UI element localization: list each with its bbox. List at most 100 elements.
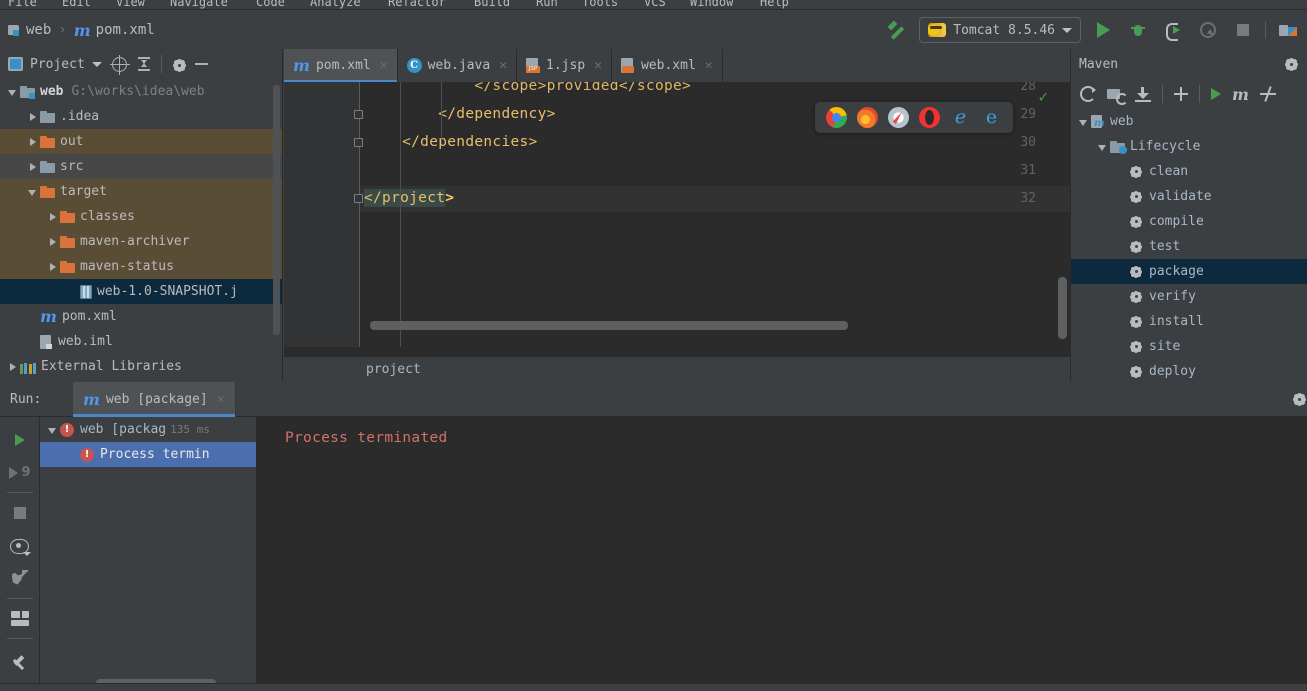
layout-settings-button[interactable] [0, 602, 40, 635]
safari-icon[interactable] [888, 107, 909, 128]
maven-node-install[interactable]: install [1071, 309, 1307, 334]
chevron-right-icon[interactable] [46, 260, 60, 274]
gear-icon[interactable] [1292, 392, 1307, 407]
run-node-web-packag[interactable]: ! web [packag 135 ms [40, 417, 256, 442]
breadcrumb-item-module[interactable]: web [8, 22, 51, 38]
code-fold-marker[interactable] [354, 110, 365, 121]
menu-item-refactor[interactable]: Refactor [388, 0, 446, 9]
run-result-tree[interactable]: ! web [packag 135 ms! Process termin [40, 417, 257, 691]
close-icon[interactable]: ✕ [380, 58, 388, 73]
maven-node-clean[interactable]: clean [1071, 159, 1307, 184]
profile-button[interactable] [1195, 17, 1221, 43]
editor-tab-pom-xml[interactable]: m pom.xml ✕ [284, 49, 398, 82]
opera-icon[interactable] [919, 107, 940, 128]
pin-tab-button[interactable] [0, 646, 40, 679]
chevron-right-icon[interactable] [26, 135, 40, 149]
tree-node-target[interactable]: target [0, 179, 282, 204]
menu-item-view[interactable]: View [116, 0, 145, 9]
maven-node-web[interactable]: web [1071, 109, 1307, 134]
reimport-icon[interactable] [1080, 86, 1096, 102]
close-icon[interactable]: ✕ [705, 58, 713, 73]
maven-node-compile[interactable]: compile [1071, 209, 1307, 234]
toggle-auto-test-button[interactable] [0, 562, 40, 595]
build-project-button[interactable] [884, 17, 910, 43]
chevron-down-icon[interactable] [46, 423, 60, 437]
show-passed-button[interactable] [0, 529, 40, 562]
code-fold-marker[interactable] [354, 138, 365, 149]
menu-item-run[interactable]: Run [536, 0, 558, 9]
breadcrumb[interactable]: web › m pom.xml [0, 21, 155, 40]
chevron-down-icon[interactable] [6, 85, 20, 99]
run-node-process-termin[interactable]: ! Process termin [40, 442, 256, 467]
chevron-right-icon[interactable] [26, 160, 40, 174]
project-scrollbar[interactable] [273, 85, 280, 335]
maven-node-lifecycle[interactable]: Lifecycle [1071, 134, 1307, 159]
menu-item-code[interactable]: Code [256, 0, 285, 9]
editor-breadcrumb-bar[interactable]: project [284, 357, 1070, 381]
toggle-skip-tests-icon[interactable] [1260, 86, 1276, 102]
maven-node-package[interactable]: package [1071, 259, 1307, 284]
maven-node-validate[interactable]: validate [1071, 184, 1307, 209]
rerun-button[interactable] [0, 423, 40, 456]
edge-icon[interactable]: e [981, 107, 1002, 128]
run-console[interactable]: Process terminated [257, 417, 1307, 691]
menu-item-build[interactable]: Build [474, 0, 510, 9]
tree-node-src[interactable]: src [0, 154, 282, 179]
editor-tab-web-xml[interactable]: web.xml ✕ [612, 49, 723, 82]
maven-tree[interactable]: web Lifecycle clean validate compile test pack… [1071, 109, 1307, 381]
maven-node-test[interactable]: test [1071, 234, 1307, 259]
internet-explorer-icon[interactable]: e [950, 107, 971, 128]
chevron-down-icon[interactable] [1077, 115, 1091, 129]
chevron-down-icon[interactable] [26, 185, 40, 199]
menu-item-file[interactable]: File [8, 0, 37, 9]
editor-vertical-scrollbar[interactable] [1058, 277, 1067, 339]
editor-tab-1-jsp[interactable]: 1.jsp ✕ [517, 49, 612, 82]
collapse-all-icon[interactable] [137, 57, 151, 71]
download-sources-icon[interactable] [1135, 87, 1151, 102]
select-opened-file-icon[interactable] [112, 57, 127, 72]
editor-horizontal-scrollbar[interactable] [370, 321, 848, 330]
tree-node-web-1-0-snapshot-j[interactable]: web-1.0-SNAPSHOT.j [0, 279, 282, 304]
maven-node-deploy[interactable]: deploy [1071, 359, 1307, 381]
project-pane-title[interactable]: Project [8, 57, 102, 72]
menu-item-tools[interactable]: Tools [582, 0, 618, 9]
tree-node-classes[interactable]: classes [0, 204, 282, 229]
code-editor[interactable]: 28 </scope>provided</scope> 29 </dependen… [284, 82, 1070, 347]
close-icon[interactable]: ✕ [499, 58, 507, 73]
gear-icon[interactable] [172, 58, 185, 71]
project-tree[interactable]: web G:\works\idea\web .idea out src target cla… [0, 79, 282, 379]
maven-node-site[interactable]: site [1071, 334, 1307, 359]
menu-item-analyze[interactable]: Analyze [310, 0, 361, 9]
chevron-down-icon[interactable] [92, 62, 102, 67]
menu-item-navigate[interactable]: Navigate [170, 0, 228, 9]
chrome-icon[interactable] [826, 107, 847, 128]
debug-button[interactable] [1125, 17, 1151, 43]
close-icon[interactable]: ✕ [217, 392, 225, 407]
run-maven-build-icon[interactable] [1211, 88, 1221, 100]
chevron-down-icon[interactable] [1096, 140, 1110, 154]
tree-node-out[interactable]: out [0, 129, 282, 154]
menu-item-edit[interactable]: Edit [62, 0, 91, 9]
gear-icon[interactable] [1284, 57, 1299, 72]
chevron-right-icon[interactable] [46, 235, 60, 249]
tree-node-maven-archiver[interactable]: maven-archiver [0, 229, 282, 254]
close-icon[interactable]: ✕ [594, 58, 602, 73]
generate-sources-icon[interactable] [1107, 87, 1124, 101]
menu-item-help[interactable]: Help [760, 0, 789, 9]
stop-button[interactable] [1230, 17, 1256, 43]
menu-item-window[interactable]: Window [690, 0, 733, 9]
execute-maven-goal-icon[interactable]: m [1232, 85, 1249, 104]
stop-process-button[interactable] [0, 496, 40, 529]
minimize-icon[interactable] [195, 63, 208, 65]
run-button[interactable] [1090, 17, 1116, 43]
tree-node-maven-status[interactable]: maven-status [0, 254, 282, 279]
run-tab[interactable]: m web [package] ✕ [73, 382, 235, 417]
tree-node--idea[interactable]: .idea [0, 104, 282, 129]
main-menu-bar[interactable]: File Edit View Navigate Code Analyze Refactor B… [0, 0, 1307, 10]
run-with-coverage-button[interactable] [1160, 17, 1186, 43]
tree-node-external-libraries[interactable]: External Libraries [0, 354, 282, 379]
chevron-right-icon[interactable] [26, 110, 40, 124]
editor-tab-bar[interactable]: mpom.xml✕Cweb.java✕1.jsp✕web.xml✕ [284, 49, 1070, 82]
run-configuration-selector[interactable]: Tomcat 8.5.46 [919, 17, 1081, 43]
inspection-ok-check[interactable]: ✓ [1038, 87, 1048, 106]
